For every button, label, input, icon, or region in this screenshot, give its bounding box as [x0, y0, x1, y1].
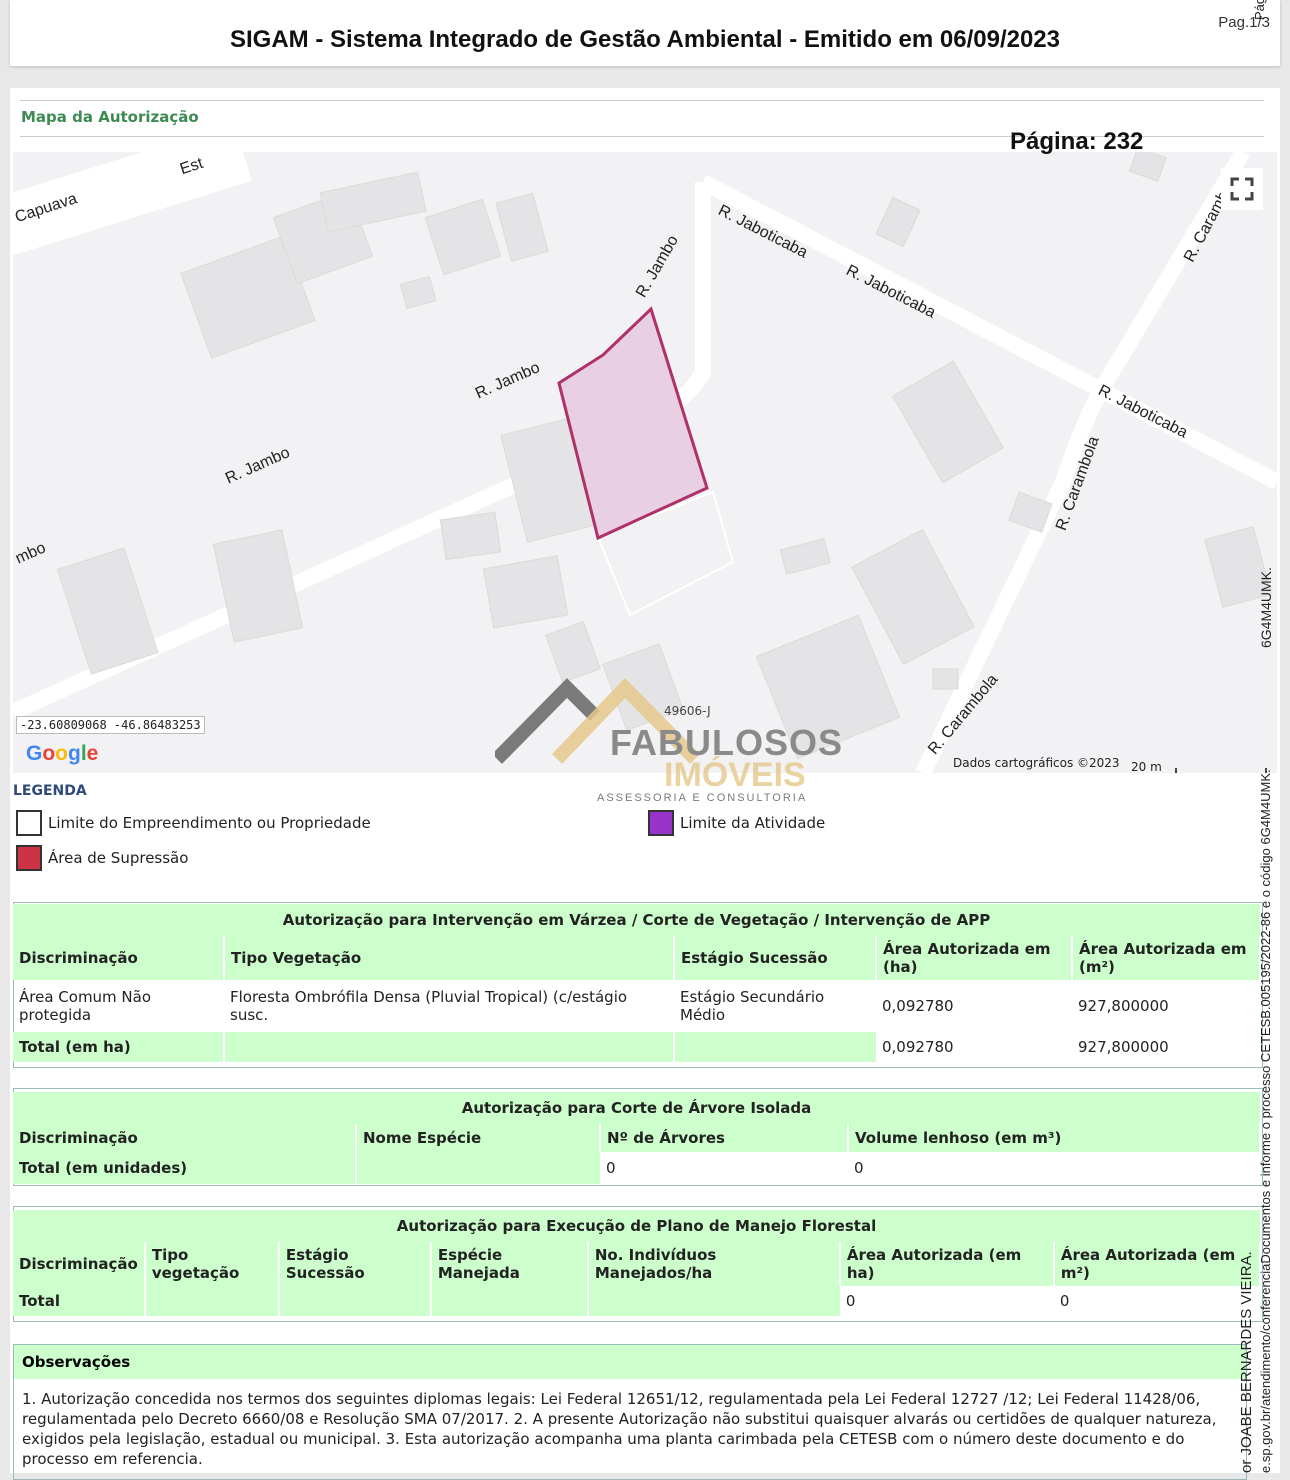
app-intervention-table: Autorização para Intervenção em Várzea /… — [13, 904, 1261, 1062]
table-total-row: Total 0 0 — [13, 1286, 1260, 1316]
column-header: Espécie Manejada — [430, 1242, 589, 1286]
document-title: SIGAM - Sistema Integrado de Gestão Ambi… — [229, 26, 1060, 53]
observations-text: 1. Autorização concedida nos termos dos … — [22, 1390, 1217, 1468]
column-header: Volume lenhoso (em m³) — [848, 1124, 1261, 1152]
legend-label: Limite do Empreendimento ou Propriedade — [48, 814, 371, 832]
page-number: Página: 232 — [1010, 128, 1144, 155]
column-header: Área Autorizada (em m²) — [1053, 1242, 1262, 1286]
column-header: No. Indivíduos Manejados/ha — [587, 1242, 841, 1286]
table-cell: Área Comum Não protegida — [19, 988, 152, 1024]
table-cell: 0 — [1059, 1292, 1070, 1310]
column-header: Área Autorizada em (ha) — [876, 936, 1073, 980]
column-header: Área Autorizada em (m²) — [1072, 936, 1261, 980]
section-title: Mapa da Autorização — [21, 108, 199, 126]
observations-title: Observações — [14, 1345, 1246, 1379]
sidebar-verification-url: e.sp.gov.br/atendimento/conferenciaDocum… — [1258, 769, 1273, 1473]
authorization-sheet: Mapa da Autorização Capuava Est R. Jambo… — [10, 88, 1280, 1480]
table-cell — [144, 1286, 280, 1316]
legend-item-activity: Limite da Atividade — [648, 810, 825, 836]
table-total-row: Total (em ha) 0,092780 927,800000 — [13, 1032, 1260, 1062]
table-caption: Autorização para Corte de Árvore Isolada — [13, 1092, 1260, 1124]
legend-item-property: Limite do Empreendimento ou Propriedade — [16, 810, 371, 836]
legend-label: Limite da Atividade — [680, 814, 826, 832]
legend-swatch — [16, 845, 42, 871]
document-header: SIGAM - Sistema Integrado de Gestão Ambi… — [10, 0, 1280, 66]
table-total-row: Total (em unidades) 0 0 — [13, 1152, 1260, 1184]
table-cell: Total (em unidades) — [13, 1152, 357, 1184]
table-cell: 0 — [845, 1292, 856, 1310]
legend-title: LEGENDA — [13, 783, 87, 799]
legend-swatch — [648, 810, 674, 836]
table-cell — [674, 1032, 876, 1062]
legend-item-suppression: Área de Supressão — [16, 845, 188, 871]
scale-bar — [1175, 768, 1267, 773]
table-cell — [224, 1032, 675, 1062]
google-logo: Google — [26, 742, 99, 765]
fullscreen-button[interactable] — [1221, 168, 1263, 210]
column-header: Nº de Árvores — [600, 1124, 849, 1152]
column-header: Tipo Vegetação — [224, 936, 675, 980]
column-header: Estágio Sucessão — [278, 1242, 432, 1286]
table-cell: 0 — [854, 1159, 864, 1177]
table-cell — [430, 1286, 589, 1316]
column-header: Área Autorizada (em ha) — [839, 1242, 1055, 1286]
table-row: Área Comum Não protegida Floresta Ombróf… — [13, 980, 1260, 1032]
column-header: Tipo vegetação — [144, 1242, 280, 1286]
legend-label: Área de Supressão — [48, 849, 189, 867]
coordinates-readout: -23.60809068 -46.86483253 — [16, 716, 205, 734]
sidebar-signature: or JOABE BERNARDES VIEIRA. — [1238, 1251, 1255, 1473]
table-cell — [278, 1286, 432, 1316]
column-header: Nome Espécie — [356, 1124, 601, 1152]
scale-label: 20 m — [1131, 760, 1162, 773]
legend-swatch — [16, 810, 42, 836]
sidebar-page-ref: Pág Par — [1252, 0, 1267, 20]
column-header: Estágio Sucessão — [674, 936, 877, 980]
table-cell: 0,092780 — [882, 997, 954, 1015]
table-caption: Autorização para Execução de Plano de Ma… — [13, 1210, 1260, 1242]
observations-box: Observações 1. Autorização concedida nos… — [13, 1344, 1247, 1480]
column-header: Discriminação — [13, 1242, 146, 1286]
fullscreen-icon — [1230, 177, 1254, 201]
table-cell: Floresta Ombrófila Densa (Pluvial Tropic… — [230, 988, 628, 1024]
table-cell: 0,092780 — [882, 1038, 954, 1056]
table-cell: Total (em ha) — [13, 1032, 225, 1062]
table-cell — [587, 1286, 840, 1316]
sidebar-verification-code: 6G4M4UMK. — [1258, 567, 1274, 648]
table-cell: Total — [13, 1286, 146, 1316]
table-cell: 927,800000 — [1078, 1038, 1169, 1056]
table-cell: 927,800000 — [1078, 997, 1169, 1015]
forest-management-table: Autorização para Execução de Plano de Ma… — [13, 1210, 1262, 1316]
watermark-code: 49606-J — [664, 704, 711, 718]
watermark-brand-secondary: IMÓVEIS — [664, 756, 806, 794]
table-caption: Autorização para Intervenção em Várzea /… — [13, 904, 1260, 936]
table-cell: Estágio Secundário Médio — [680, 988, 825, 1024]
map-credits: Dados cartográficos ©2023 — [953, 756, 1120, 770]
column-header: Discriminação — [13, 1124, 357, 1152]
table-cell: 0 — [606, 1159, 616, 1177]
table-cell — [356, 1152, 600, 1184]
tree-cutting-table: Autorização para Corte de Árvore Isolada… — [13, 1092, 1261, 1184]
watermark-tagline: ASSESSORIA E CONSULTORIA — [597, 792, 808, 804]
column-header: Discriminação — [13, 936, 225, 980]
